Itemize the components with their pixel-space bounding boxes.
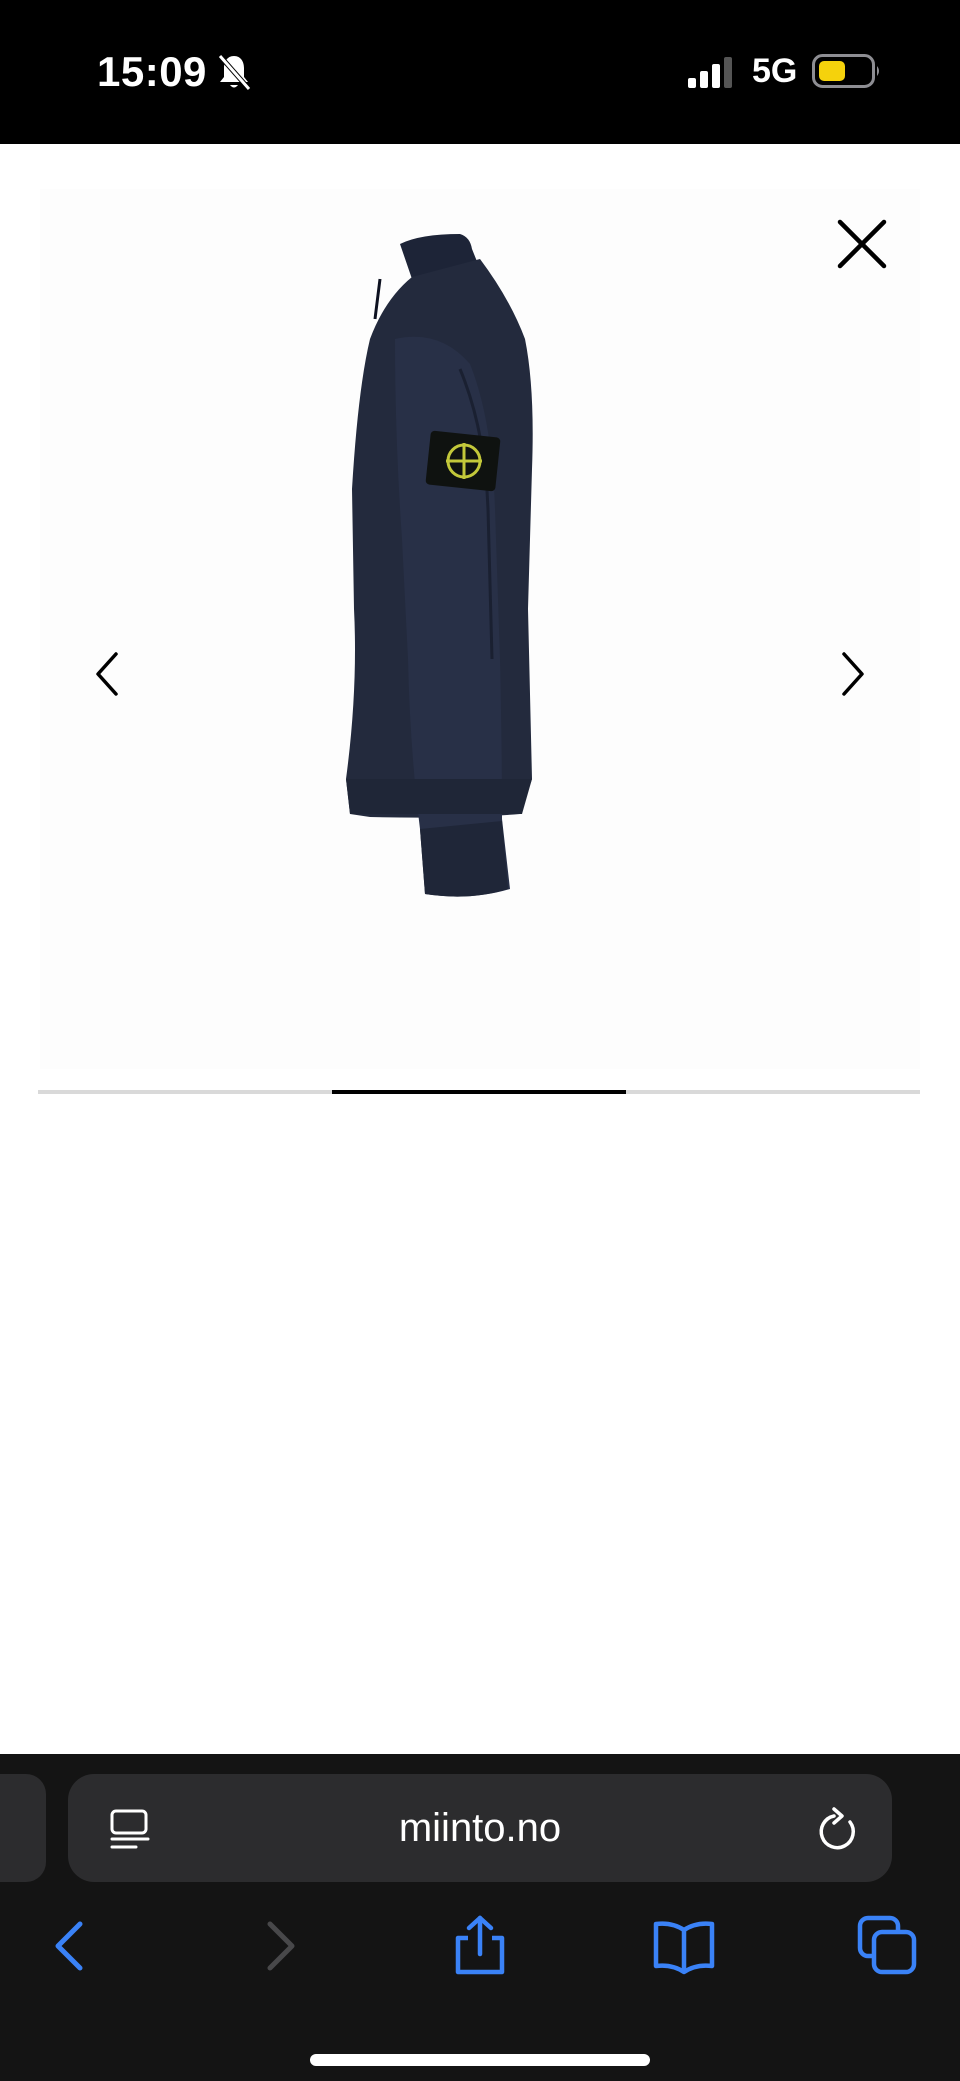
bell-slash-icon <box>218 54 251 91</box>
tabs-icon[interactable] <box>856 1914 920 1978</box>
signal-bars-icon <box>688 57 732 88</box>
status-time: 15:09 <box>97 48 207 95</box>
address-bar[interactable]: miinto.no <box>68 1774 892 1882</box>
previous-tab-preview[interactable] <box>0 1774 46 1882</box>
browser-toolbar: miinto.no <box>0 1754 960 2081</box>
url-text[interactable]: miinto.no <box>68 1806 892 1851</box>
chevron-left-icon[interactable] <box>88 644 128 704</box>
network-type: 5G <box>752 52 798 90</box>
slide-progress-indicator <box>332 1090 626 1094</box>
reload-icon[interactable] <box>816 1806 860 1852</box>
back-icon[interactable] <box>40 1914 104 1978</box>
battery-icon <box>812 54 879 88</box>
chevron-right-icon[interactable] <box>832 644 872 704</box>
slide-progress-bar <box>38 1090 920 1094</box>
home-indicator <box>310 2054 650 2066</box>
bookmarks-icon[interactable] <box>652 1914 716 1978</box>
close-icon[interactable] <box>832 214 892 274</box>
product-image[interactable] <box>40 189 920 1069</box>
status-bar: 15:09 5G <box>0 0 960 144</box>
share-icon[interactable] <box>448 1914 512 1978</box>
forward-icon[interactable] <box>248 1914 312 1978</box>
image-gallery <box>0 144 960 1754</box>
